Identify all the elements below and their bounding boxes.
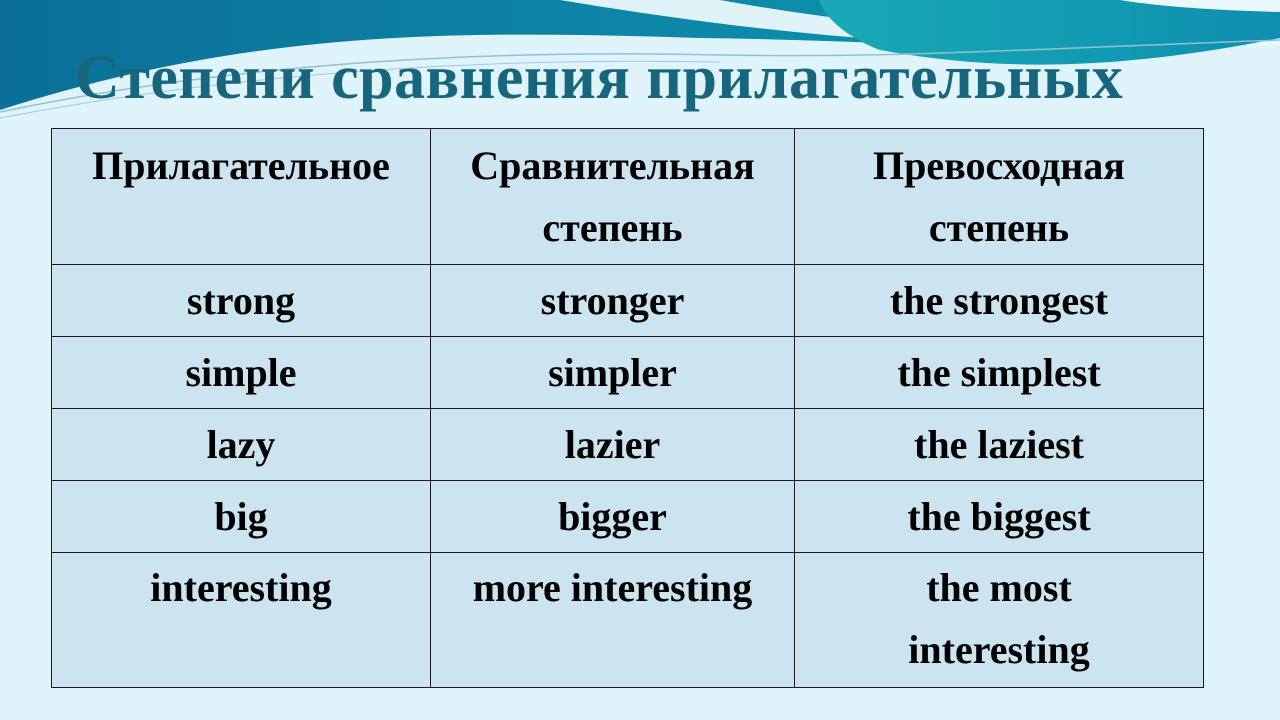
adjective-cell: big bbox=[51, 480, 431, 553]
table-row: simple simpler the simplest bbox=[51, 336, 1204, 409]
header-comparative-line2: степень bbox=[542, 205, 683, 250]
adjective-cell: simple bbox=[51, 336, 431, 409]
header-comparative-line1: Сравнительная bbox=[470, 143, 755, 188]
superlative-cell: the most interesting bbox=[794, 552, 1204, 688]
header-superlative-line1: Превосходная bbox=[873, 143, 1125, 188]
superlative-cell: the simplest bbox=[794, 336, 1204, 409]
header-superlative-line2: степень bbox=[928, 205, 1070, 250]
adjective-cell: strong bbox=[51, 264, 431, 337]
comparative-cell: more interesting bbox=[430, 552, 795, 688]
comparative-cell: bigger bbox=[430, 480, 795, 553]
comparative-cell: simpler bbox=[430, 336, 795, 409]
comparative-cell: stronger bbox=[430, 264, 795, 337]
superlative-line1: the most bbox=[926, 565, 1072, 610]
adjective-cell: lazy bbox=[51, 408, 431, 481]
superlative-cell: the biggest bbox=[794, 480, 1204, 553]
table-header-row: Прилагательное Сравнительная степень Пре… bbox=[51, 128, 1204, 265]
table-row: lazy lazier the laziest bbox=[51, 408, 1204, 481]
superlative-cell: the laziest bbox=[794, 408, 1204, 481]
header-comparative: Сравнительная степень bbox=[430, 128, 795, 265]
table-row: big bigger the biggest bbox=[51, 480, 1204, 553]
comparison-table: Прилагательное Сравнительная степень Пре… bbox=[51, 128, 1204, 688]
header-adjective: Прилагательное bbox=[51, 128, 431, 265]
comparative-cell: lazier bbox=[430, 408, 795, 481]
adjective-cell: interesting bbox=[51, 552, 431, 688]
superlative-cell: the strongest bbox=[794, 264, 1204, 337]
header-superlative: Превосходная степень bbox=[794, 128, 1204, 265]
slide-title: Степени сравнения прилагательных bbox=[75, 44, 1124, 112]
header-adjective-label: Прилагательное bbox=[92, 143, 390, 188]
superlative-line2: interesting bbox=[908, 627, 1090, 672]
table-row: strong stronger the strongest bbox=[51, 264, 1204, 337]
table-row: interesting more interesting the most in… bbox=[51, 552, 1204, 688]
